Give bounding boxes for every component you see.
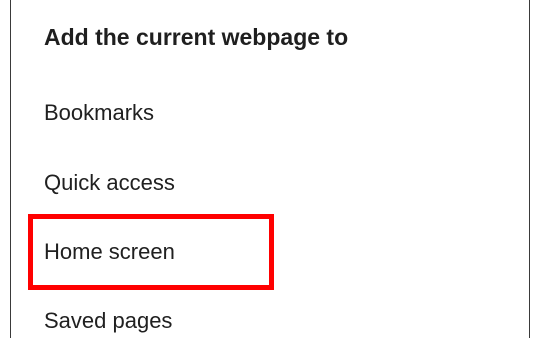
screen: Add the current webpage to Bookmarks Qui… <box>0 0 535 338</box>
option-label: Bookmarks <box>44 100 155 125</box>
dialog-title: Add the current webpage to <box>44 24 349 50</box>
option-label: Quick access <box>44 170 175 195</box>
option-saved-pages[interactable]: Saved pages <box>11 290 529 338</box>
add-webpage-dialog: Add the current webpage to Bookmarks Qui… <box>10 0 530 338</box>
option-quick-access[interactable]: Quick access <box>11 152 529 214</box>
option-label: Home screen <box>44 239 175 264</box>
option-home-screen[interactable]: Home screen <box>11 221 529 283</box>
option-label: Saved pages <box>44 308 173 333</box>
option-bookmarks[interactable]: Bookmarks <box>11 82 529 144</box>
